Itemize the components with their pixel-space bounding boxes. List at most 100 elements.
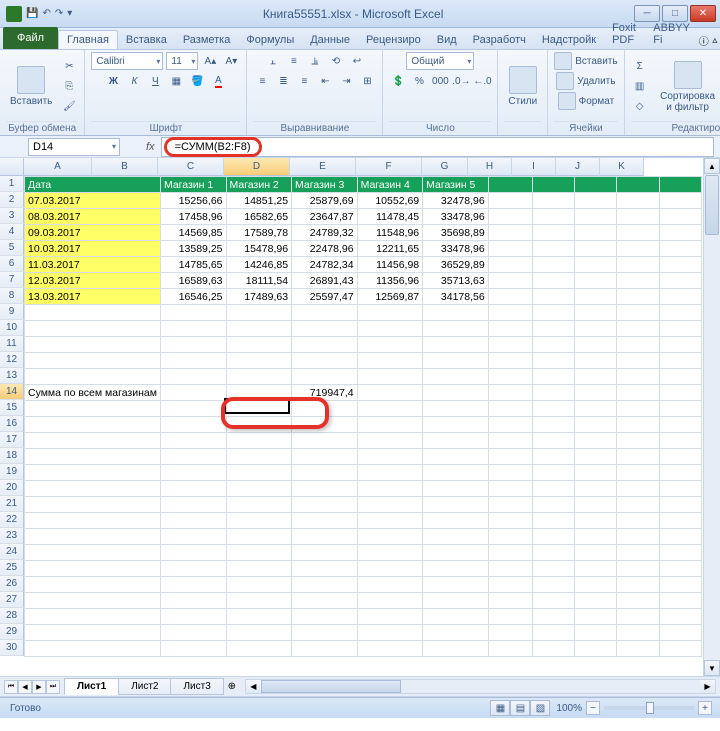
cell-A20[interactable] (25, 481, 161, 497)
sheet-nav-first-icon[interactable]: ⏮ (4, 680, 18, 694)
cell-K5[interactable] (659, 241, 701, 257)
row-header-10[interactable]: 10 (0, 320, 24, 336)
cell-K21[interactable] (659, 497, 701, 513)
row-header-23[interactable]: 23 (0, 528, 24, 544)
tab-addins[interactable]: Надстройк (534, 31, 604, 49)
cell-K4[interactable] (659, 225, 701, 241)
cell-G25[interactable] (488, 561, 532, 577)
cell-A5[interactable]: 10.03.2017 (25, 241, 161, 257)
cell-D16[interactable] (292, 417, 358, 433)
zoom-out-button[interactable]: − (586, 701, 600, 715)
cell-G14[interactable] (488, 385, 532, 401)
cell-J25[interactable] (617, 561, 659, 577)
cell-B10[interactable] (160, 321, 226, 337)
ribbon-minimize-icon[interactable]: ▵ (710, 31, 720, 49)
cell-I22[interactable] (575, 513, 617, 529)
cell-I8[interactable] (575, 289, 617, 305)
row-header-25[interactable]: 25 (0, 560, 24, 576)
cell-C18[interactable] (226, 449, 292, 465)
decrease-font-icon[interactable]: A▾ (222, 52, 240, 70)
increase-font-icon[interactable]: A▴ (201, 52, 219, 70)
cell-D27[interactable] (292, 593, 358, 609)
cell-C16[interactable] (226, 417, 292, 433)
cell-D6[interactable]: 24782,34 (292, 257, 358, 273)
cell-D19[interactable] (292, 465, 358, 481)
cell-J16[interactable] (617, 417, 659, 433)
cell-C12[interactable] (226, 353, 292, 369)
cell-H4[interactable] (532, 225, 574, 241)
cell-D12[interactable] (292, 353, 358, 369)
column-headers[interactable]: ABCDEFGHIJK (24, 158, 702, 176)
cell-K17[interactable] (659, 433, 701, 449)
cell-C14[interactable] (226, 385, 292, 401)
cell-C26[interactable] (226, 577, 292, 593)
cell-H13[interactable] (532, 369, 574, 385)
cell-E6[interactable]: 11456,98 (357, 257, 423, 273)
row-header-20[interactable]: 20 (0, 480, 24, 496)
column-header-J[interactable]: J (556, 158, 600, 176)
cell-B21[interactable] (160, 497, 226, 513)
fill-icon[interactable]: ▥ (631, 78, 649, 96)
cell-H23[interactable] (532, 529, 574, 545)
sheet-nav-last-icon[interactable]: ⏭ (46, 680, 60, 694)
cell-F2[interactable]: 32478,96 (423, 193, 489, 209)
column-header-B[interactable]: B (92, 158, 158, 176)
cell-G15[interactable] (488, 401, 532, 417)
select-all-corner[interactable] (0, 158, 24, 176)
cell-J5[interactable] (617, 241, 659, 257)
row-header-30[interactable]: 30 (0, 640, 24, 656)
row-header-21[interactable]: 21 (0, 496, 24, 512)
cell-E8[interactable]: 12569,87 (357, 289, 423, 305)
cell-H27[interactable] (532, 593, 574, 609)
cell-G28[interactable] (488, 609, 532, 625)
cell-D5[interactable]: 22478,96 (292, 241, 358, 257)
cell-B18[interactable] (160, 449, 226, 465)
row-header-12[interactable]: 12 (0, 352, 24, 368)
cell-G17[interactable] (488, 433, 532, 449)
name-box[interactable]: D14 (28, 138, 120, 156)
row-header-18[interactable]: 18 (0, 448, 24, 464)
fx-icon[interactable]: fx (146, 141, 155, 153)
cells-area[interactable]: ДатаМагазин 1Магазин 2Магазин 3Магазин 4… (24, 176, 702, 676)
cell-H3[interactable] (532, 209, 574, 225)
cell-I2[interactable] (575, 193, 617, 209)
tab-home[interactable]: Главная (58, 30, 118, 49)
cell-A7[interactable]: 12.03.2017 (25, 273, 161, 289)
cell-B6[interactable]: 14785,65 (160, 257, 226, 273)
cell-F29[interactable] (423, 625, 489, 641)
cell-H24[interactable] (532, 545, 574, 561)
cell-D10[interactable] (292, 321, 358, 337)
cut-icon[interactable]: ✂ (60, 58, 78, 76)
cell-E16[interactable] (357, 417, 423, 433)
cell-H6[interactable] (532, 257, 574, 273)
row-header-26[interactable]: 26 (0, 576, 24, 592)
sheet-nav-prev-icon[interactable]: ◀ (18, 680, 32, 694)
cell-C22[interactable] (226, 513, 292, 529)
cell-J14[interactable] (617, 385, 659, 401)
cell-K13[interactable] (659, 369, 701, 385)
cell-A30[interactable] (25, 641, 161, 657)
cell-K22[interactable] (659, 513, 701, 529)
horizontal-scrollbar[interactable]: ◀ ▶ (245, 679, 716, 694)
align-right-icon[interactable]: ≡ (295, 72, 313, 90)
cell-J11[interactable] (617, 337, 659, 353)
cell-G2[interactable] (488, 193, 532, 209)
autosum-icon[interactable]: Σ (631, 58, 649, 76)
cell-E22[interactable] (357, 513, 423, 529)
row-header-29[interactable]: 29 (0, 624, 24, 640)
cell-K27[interactable] (659, 593, 701, 609)
cell-G18[interactable] (488, 449, 532, 465)
formula-bar[interactable]: =СУММ(B2:F8) (161, 137, 714, 157)
view-buttons[interactable]: ▦ ▤ ▧ (490, 700, 550, 716)
cell-D17[interactable] (292, 433, 358, 449)
column-header-I[interactable]: I (512, 158, 556, 176)
cell-B26[interactable] (160, 577, 226, 593)
cell-D24[interactable] (292, 545, 358, 561)
cell-K14[interactable] (659, 385, 701, 401)
cell-D2[interactable]: 25879,69 (292, 193, 358, 209)
cell-G4[interactable] (488, 225, 532, 241)
column-header-A[interactable]: A (24, 158, 92, 176)
cell-C1[interactable]: Магазин 2 (226, 177, 292, 193)
cell-I3[interactable] (575, 209, 617, 225)
cell-D4[interactable]: 24789,32 (292, 225, 358, 241)
